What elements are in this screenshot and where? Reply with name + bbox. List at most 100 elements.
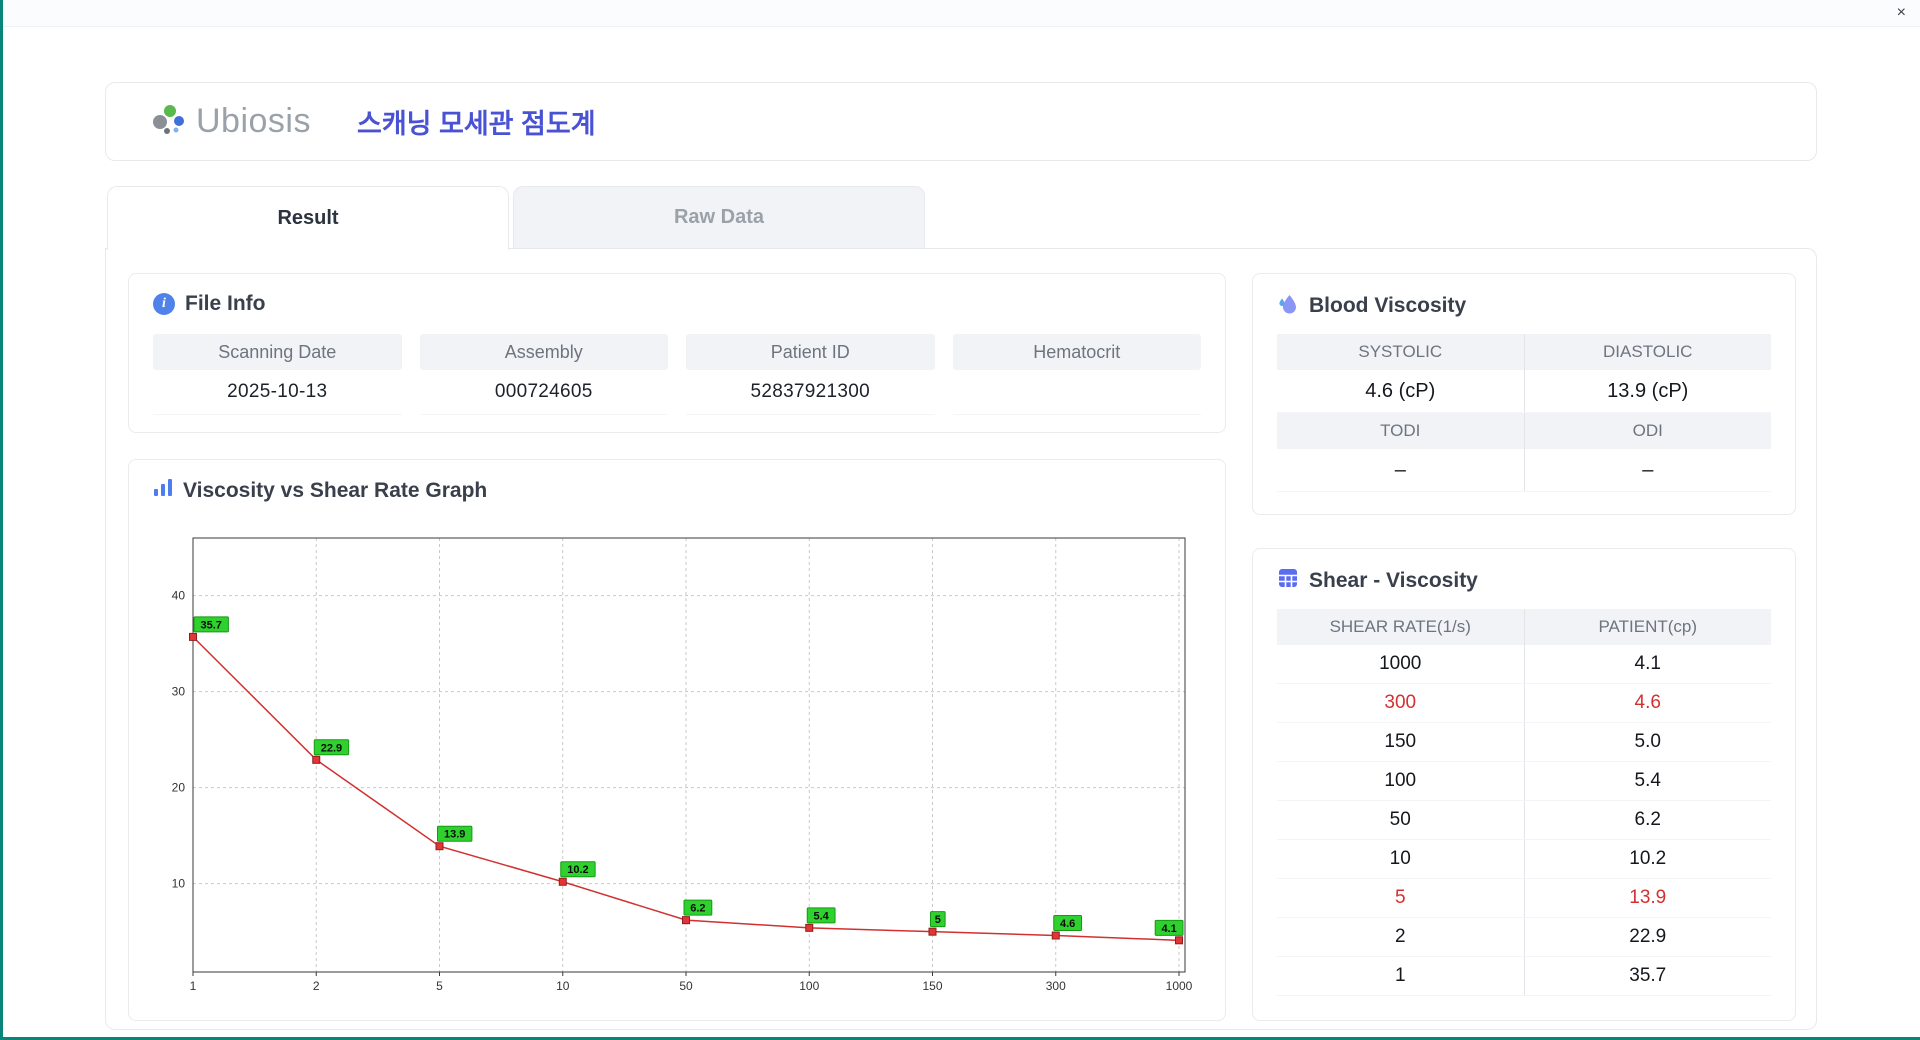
sv-cell-shear: 10 — [1389, 848, 1411, 869]
bv-header-todi: TODI — [1380, 421, 1421, 440]
sv-cell-patient: 5.4 — [1523, 762, 1772, 800]
window-left-edge — [0, 0, 3, 1040]
svg-text:5.4: 5.4 — [814, 910, 830, 922]
svg-text:4.6: 4.6 — [1060, 918, 1075, 930]
svg-text:6.2: 6.2 — [690, 903, 705, 915]
blood-viscosity-card: Blood Viscosity SYSTOLIC DIASTOLIC 4.6 (… — [1252, 273, 1796, 515]
field-label: Hematocrit — [952, 334, 1201, 370]
field-scanning-date: Scanning Date 2025-10-13 — [153, 334, 402, 415]
table-row: 1000 4.1 — [1277, 645, 1771, 684]
blood-viscosity-table: SYSTOLIC DIASTOLIC 4.6 (cP) 13.9 (cP) TO… — [1277, 334, 1771, 492]
svg-text:1: 1 — [190, 979, 197, 993]
sv-cell-shear: 50 — [1389, 809, 1411, 830]
sv-cell-patient: 4.6 — [1523, 684, 1772, 722]
logo-text: Ubiosis — [196, 102, 311, 140]
tab-raw-data[interactable]: Raw Data — [513, 186, 925, 248]
bv-header-systolic: SYSTOLIC — [1358, 342, 1443, 361]
sv-cell-shear: 1000 — [1379, 653, 1422, 674]
svg-text:300: 300 — [1046, 979, 1066, 993]
field-value — [952, 370, 1201, 415]
svg-text:150: 150 — [922, 979, 942, 993]
field-assembly: Assembly 000724605 — [419, 334, 668, 415]
shear-viscosity-title-row: Shear - Viscosity — [1277, 567, 1771, 595]
result-panel: i File Info Scanning Date 2025-10-13 Ass… — [105, 248, 1817, 1030]
sv-cell-patient: 35.7 — [1523, 957, 1772, 995]
field-patient-id: Patient ID 52837921300 — [686, 334, 935, 415]
field-label: Assembly — [419, 334, 668, 370]
viscosity-shear-chart: 10 20 30 40 1 2 5 10 50 100 150 300 1000 35.7 22.9 13.9… — [155, 530, 1195, 998]
svg-text:22.9: 22.9 — [321, 742, 342, 754]
viscosity-graph-card: Viscosity vs Shear Rate Graph 10 20 30 40 1 2… — [128, 459, 1226, 1021]
field-label: Scanning Date — [153, 334, 402, 370]
bv-value-systolic: 4.6 (cP) — [1365, 379, 1436, 402]
table-row: 1 35.7 — [1277, 957, 1771, 996]
file-info-fields: Scanning Date 2025-10-13 Assembly 000724… — [153, 334, 1201, 415]
bv-value-row-2: – – — [1277, 449, 1771, 492]
shear-viscosity-title: Shear - Viscosity — [1309, 569, 1478, 592]
bv-value-odi: – — [1523, 449, 1772, 491]
logo-dots-icon — [148, 99, 188, 144]
svg-text:5: 5 — [935, 914, 941, 926]
table-row: 300 4.6 — [1277, 684, 1771, 723]
svg-text:30: 30 — [172, 685, 186, 699]
field-label: Patient ID — [686, 334, 935, 370]
svg-text:10: 10 — [172, 877, 186, 891]
sv-cell-shear: 100 — [1384, 770, 1417, 791]
svg-text:40: 40 — [172, 589, 186, 603]
blood-viscosity-title-row: Blood Viscosity — [1277, 292, 1771, 320]
sv-header-patient: PATIENT(cp) — [1523, 609, 1772, 645]
svg-text:20: 20 — [172, 781, 186, 795]
svg-text:4.1: 4.1 — [1161, 923, 1176, 935]
blood-viscosity-title: Blood Viscosity — [1309, 294, 1467, 317]
svg-text:5: 5 — [436, 979, 443, 993]
bv-header-row-1: SYSTOLIC DIASTOLIC — [1277, 334, 1771, 370]
field-hematocrit: Hematocrit — [952, 334, 1201, 415]
table-row: 100 5.4 — [1277, 762, 1771, 801]
table-row: 150 5.0 — [1277, 723, 1771, 762]
graph-title-row: Viscosity vs Shear Rate Graph — [153, 478, 1201, 503]
field-value: 2025-10-13 — [153, 370, 402, 415]
bv-header-odi: ODI — [1523, 413, 1772, 449]
bv-value-diastolic: 13.9 (cP) — [1523, 370, 1772, 412]
sv-cell-shear: 1 — [1394, 965, 1406, 986]
droplet-icon — [1277, 292, 1299, 320]
svg-text:1000: 1000 — [1166, 979, 1193, 993]
bv-value-row-1: 4.6 (cP) 13.9 (cP) — [1277, 370, 1771, 413]
sv-cell-patient: 22.9 — [1523, 918, 1772, 956]
grid-table-icon — [1277, 567, 1299, 595]
file-info-title-row: i File Info — [153, 292, 1201, 316]
app-window: × Ubiosis 스캐닝 모세관 점도계 Result Raw Data i — [0, 0, 1920, 1040]
sv-header-shear-rate: SHEAR RATE(1/s) — [1329, 617, 1471, 636]
table-row: 5 13.9 — [1277, 879, 1771, 918]
app-title: 스캐닝 모세관 점도계 — [356, 109, 596, 139]
svg-text:13.9: 13.9 — [444, 829, 465, 841]
sv-cell-patient: 6.2 — [1523, 801, 1772, 839]
sv-cell-patient: 4.1 — [1523, 645, 1772, 683]
close-icon[interactable]: × — [1897, 4, 1906, 22]
svg-text:10: 10 — [556, 979, 570, 993]
graph-title: Viscosity vs Shear Rate Graph — [183, 478, 488, 502]
table-row: 2 22.9 — [1277, 918, 1771, 957]
file-info-card: i File Info Scanning Date 2025-10-13 Ass… — [128, 273, 1226, 433]
field-value: 52837921300 — [686, 370, 935, 415]
window-titlebar — [0, 0, 1920, 27]
info-icon: i — [153, 293, 175, 315]
table-row: 50 6.2 — [1277, 801, 1771, 840]
sv-cell-patient: 5.0 — [1523, 723, 1772, 761]
file-info-title: File Info — [185, 292, 266, 315]
sv-header-row: SHEAR RATE(1/s) PATIENT(cp) — [1277, 609, 1771, 645]
sv-cell-shear: 300 — [1384, 692, 1417, 713]
sv-cell-shear: 150 — [1384, 731, 1417, 752]
logo: Ubiosis — [148, 99, 311, 144]
svg-text:10.2: 10.2 — [567, 864, 588, 876]
svg-text:50: 50 — [679, 979, 693, 993]
bar-chart-icon — [153, 478, 173, 503]
bv-header-diastolic: DIASTOLIC — [1523, 334, 1772, 370]
shear-viscosity-table: SHEAR RATE(1/s) PATIENT(cp) 1000 4.1 300… — [1277, 609, 1771, 996]
shear-viscosity-card: Shear - Viscosity SHEAR RATE(1/s) PATIEN… — [1252, 548, 1796, 1021]
tab-result[interactable]: Result — [107, 186, 509, 250]
svg-text:35.7: 35.7 — [200, 619, 221, 631]
table-row: 10 10.2 — [1277, 840, 1771, 879]
field-value: 000724605 — [419, 370, 668, 415]
svg-text:2: 2 — [313, 979, 320, 993]
